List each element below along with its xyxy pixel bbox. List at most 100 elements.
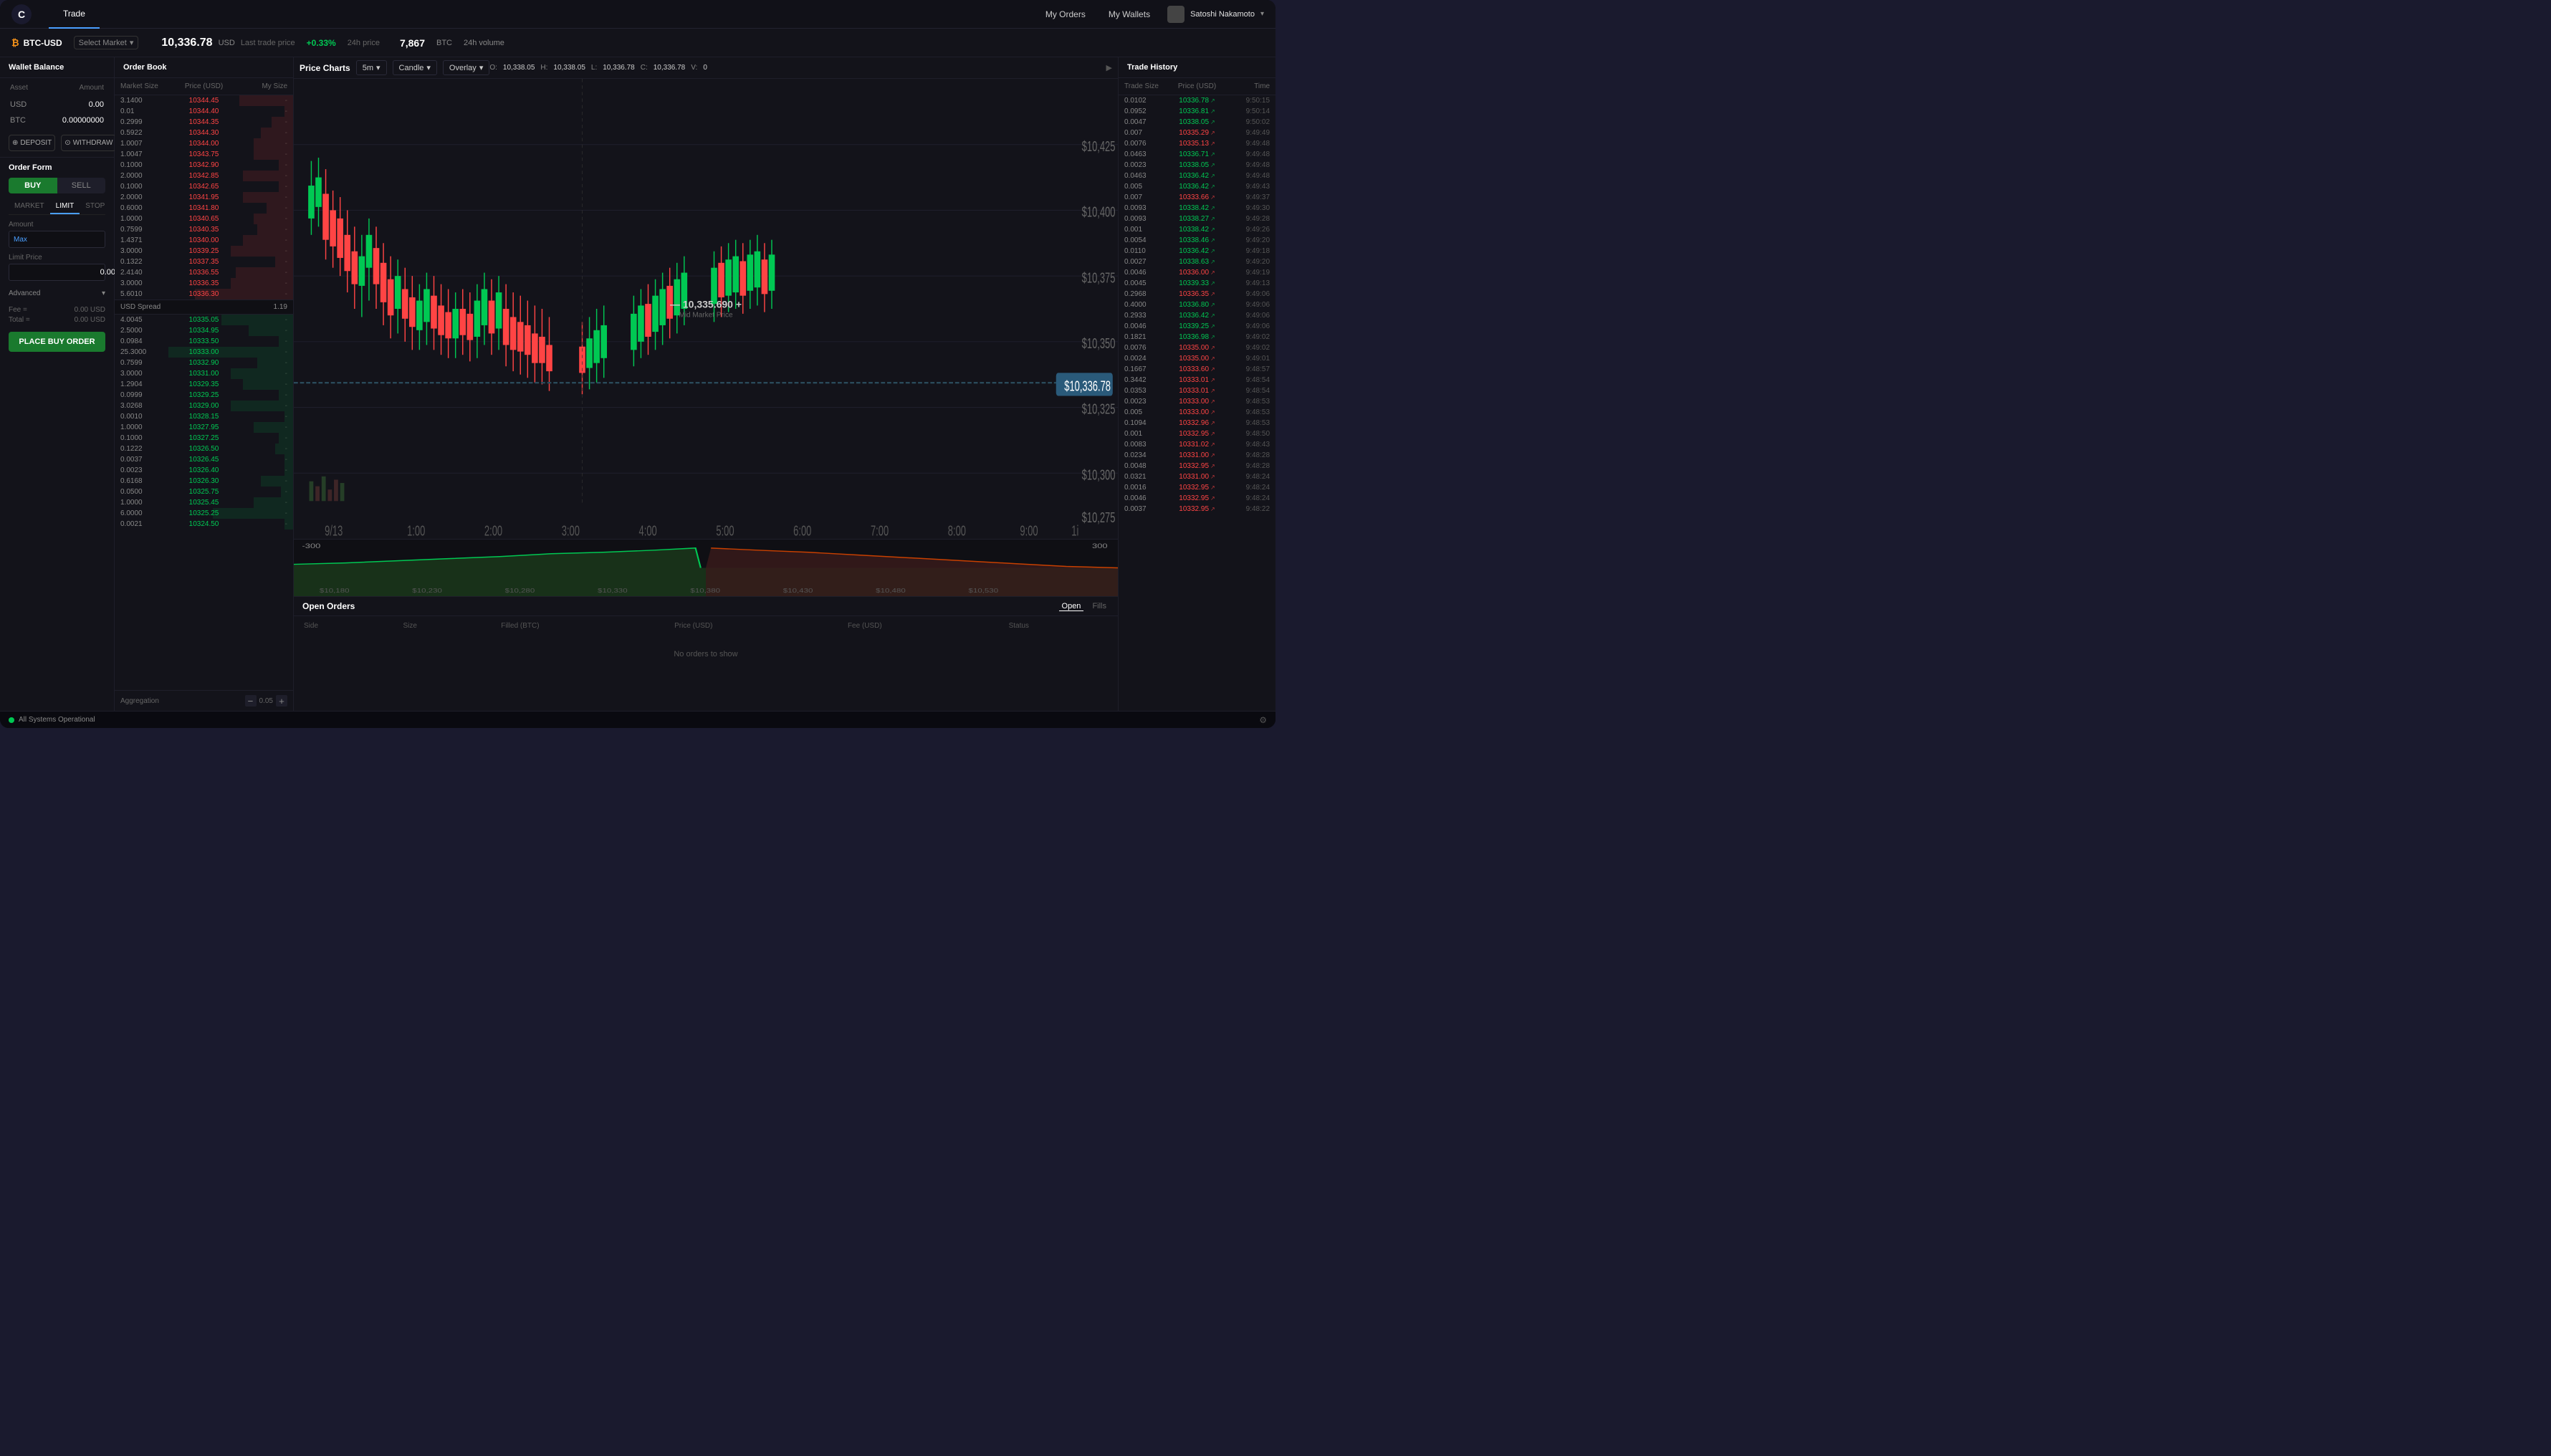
order-book-header: Order Book bbox=[115, 57, 293, 78]
buy-tab[interactable]: BUY bbox=[9, 178, 57, 193]
ask-row[interactable]: 0.759910340.35- bbox=[115, 224, 293, 235]
bid-row[interactable]: 0.098410333.50- bbox=[115, 336, 293, 347]
bid-row[interactable]: 0.050010325.75- bbox=[115, 487, 293, 497]
ask-row[interactable]: 1.000710344.00- bbox=[115, 138, 293, 149]
ask-row[interactable]: 3.000010336.35- bbox=[115, 278, 293, 289]
bid-row[interactable]: 1.000010325.45- bbox=[115, 497, 293, 508]
ask-row[interactable]: 1.004710343.75- bbox=[115, 149, 293, 160]
trade-history-row: 0.007 10335.29↗ 9:49:49 bbox=[1119, 128, 1276, 138]
ask-row[interactable]: 2.000010342.85- bbox=[115, 171, 293, 181]
arrow-up-icon: ↗ bbox=[1210, 334, 1215, 340]
candlestick-chart: $10,425 $10,400 $10,375 $10,350 $10,325 … bbox=[294, 79, 1118, 539]
bid-row[interactable]: 2.500010334.95- bbox=[115, 325, 293, 336]
trade-history-row: 0.0045 10339.33↗ 9:49:13 bbox=[1119, 278, 1276, 289]
timeframe-selector[interactable]: 5m ▾ bbox=[356, 60, 387, 75]
th-trade-time: 9:48:53 bbox=[1221, 408, 1270, 416]
place-order-button[interactable]: PLACE BUY ORDER bbox=[9, 332, 105, 352]
th-trade-price: 10336.42↗ bbox=[1173, 312, 1222, 320]
bid-row[interactable]: 0.616810326.30- bbox=[115, 476, 293, 487]
open-orders-table: Side Size Filled (BTC) Price (USD) Fee (… bbox=[294, 616, 1118, 674]
th-trade-size: 0.0045 bbox=[1124, 279, 1173, 287]
th-trade-price: 10336.81↗ bbox=[1173, 107, 1222, 115]
ask-row[interactable]: 0.0110344.40- bbox=[115, 106, 293, 117]
bid-row[interactable]: 0.001010328.15- bbox=[115, 411, 293, 422]
trade-history-row: 0.0463 10336.71↗ 9:49:48 bbox=[1119, 149, 1276, 160]
trade-history-row: 0.005 10336.42↗ 9:49:43 bbox=[1119, 181, 1276, 192]
open-orders-open-tab[interactable]: Open bbox=[1059, 602, 1084, 611]
my-orders-btn[interactable]: My Orders bbox=[1040, 6, 1091, 22]
wallet-actions: ⊕ DEPOSIT ⊙ WITHDRAW bbox=[0, 129, 114, 157]
bid-row[interactable]: 0.003710326.45- bbox=[115, 454, 293, 465]
market-type-tab[interactable]: MARKET bbox=[9, 199, 50, 214]
bid-row[interactable]: 1.290410329.35- bbox=[115, 379, 293, 390]
bid-row[interactable]: 3.000010331.00- bbox=[115, 368, 293, 379]
nav-tab-trade[interactable]: Trade bbox=[49, 0, 100, 29]
ask-row[interactable]: 0.132210337.35- bbox=[115, 257, 293, 267]
gear-icon[interactable]: ⚙ bbox=[1259, 715, 1267, 725]
my-wallets-btn[interactable]: My Wallets bbox=[1103, 6, 1156, 22]
app-logo[interactable]: C bbox=[11, 4, 32, 24]
ask-row[interactable]: 0.592210344.30- bbox=[115, 128, 293, 138]
limit-type-tab[interactable]: LIMIT bbox=[50, 199, 80, 214]
btc-icon: ₿ bbox=[11, 37, 19, 48]
limit-price-input[interactable] bbox=[9, 264, 120, 280]
bid-row[interactable]: 0.002110324.50- bbox=[115, 519, 293, 530]
trade-history-row: 0.0024 10335.00↗ 9:49:01 bbox=[1119, 353, 1276, 364]
ask-row[interactable]: 0.100010342.65- bbox=[115, 181, 293, 192]
bid-row[interactable]: 0.759910332.90- bbox=[115, 358, 293, 368]
withdraw-icon: ⊙ bbox=[64, 139, 70, 147]
bid-row[interactable]: 25.300010333.00- bbox=[115, 347, 293, 358]
ask-row[interactable]: 5.601010336.30- bbox=[115, 289, 293, 300]
trade-history-row: 0.0027 10338.63↗ 9:49:20 bbox=[1119, 257, 1276, 267]
max-label[interactable]: Max bbox=[9, 236, 32, 244]
sell-tab[interactable]: SELL bbox=[57, 178, 106, 193]
bid-row[interactable]: 0.002310326.40- bbox=[115, 465, 293, 476]
advanced-toggle[interactable]: Advanced ▾ bbox=[9, 287, 105, 300]
oo-filled-header: Filled (BTC) bbox=[492, 618, 664, 634]
agg-plus-button[interactable]: + bbox=[276, 695, 287, 707]
ask-row[interactable]: 3.140010344.45- bbox=[115, 95, 293, 106]
ask-row[interactable]: 2.000010341.95- bbox=[115, 192, 293, 203]
chart-type-selector[interactable]: Candle ▾ bbox=[393, 60, 437, 75]
bid-row[interactable]: 4.004510335.05- bbox=[115, 315, 293, 325]
deposit-button[interactable]: ⊕ DEPOSIT bbox=[9, 135, 55, 151]
overlay-selector[interactable]: Overlay ▾ bbox=[443, 60, 489, 75]
ask-row[interactable]: 3.000010339.25- bbox=[115, 246, 293, 257]
trade-history-row: 0.0093 10338.27↗ 9:49:28 bbox=[1119, 214, 1276, 224]
th-trade-time: 9:49:26 bbox=[1221, 226, 1270, 234]
c-value: 10,336.78 bbox=[654, 64, 686, 72]
th-trade-time: 9:49:02 bbox=[1221, 344, 1270, 352]
bid-row[interactable]: 1.000010327.95- bbox=[115, 422, 293, 433]
arrow-down-icon: ↗ bbox=[1210, 452, 1215, 459]
th-trade-size: 0.0054 bbox=[1124, 236, 1173, 244]
th-trade-size: 0.0046 bbox=[1124, 494, 1173, 502]
withdraw-button[interactable]: ⊙ WITHDRAW bbox=[61, 135, 116, 151]
ask-row[interactable]: 1.000010340.65- bbox=[115, 214, 293, 224]
ask-row[interactable]: 0.100010342.90- bbox=[115, 160, 293, 171]
user-area[interactable]: Satoshi Nakamoto ▾ bbox=[1167, 6, 1264, 23]
ask-row[interactable]: 0.299910344.35- bbox=[115, 117, 293, 128]
chart-expand-icon[interactable]: ▶ bbox=[1106, 63, 1112, 72]
agg-minus-button[interactable]: − bbox=[245, 695, 257, 707]
open-orders-fills-tab[interactable]: Fills bbox=[1089, 602, 1109, 611]
svg-text:$10,430: $10,430 bbox=[783, 588, 813, 595]
th-price-header: Price (USD) bbox=[1173, 82, 1222, 90]
stop-type-tab[interactable]: STOP bbox=[80, 199, 110, 214]
arrow-down-icon: ↗ bbox=[1210, 130, 1215, 136]
bid-row[interactable]: 0.122210326.50- bbox=[115, 444, 293, 454]
ask-row[interactable]: 1.437110340.00- bbox=[115, 235, 293, 246]
trade-history-row: 0.0046 10336.00↗ 9:49:19 bbox=[1119, 267, 1276, 278]
arrow-down-icon: ↗ bbox=[1210, 345, 1215, 351]
open-orders-panel: Open Orders Open Fills Side Size Filled … bbox=[294, 596, 1118, 711]
order-form-title: Order Form bbox=[9, 163, 105, 172]
bid-row[interactable]: 0.100010327.25- bbox=[115, 433, 293, 444]
bid-row[interactable]: 6.000010325.25- bbox=[115, 508, 293, 519]
market-select[interactable]: Select Market ▾ bbox=[74, 36, 139, 49]
arrow-down-icon: ↗ bbox=[1210, 291, 1215, 297]
agg-controls: − 0.05 + bbox=[245, 695, 287, 707]
bid-row[interactable]: 3.026810329.00- bbox=[115, 401, 293, 411]
th-trade-price: 10338.63↗ bbox=[1173, 258, 1222, 266]
ask-row[interactable]: 0.600010341.80- bbox=[115, 203, 293, 214]
bid-row[interactable]: 0.099910329.25- bbox=[115, 390, 293, 401]
ask-row[interactable]: 2.414010336.55- bbox=[115, 267, 293, 278]
